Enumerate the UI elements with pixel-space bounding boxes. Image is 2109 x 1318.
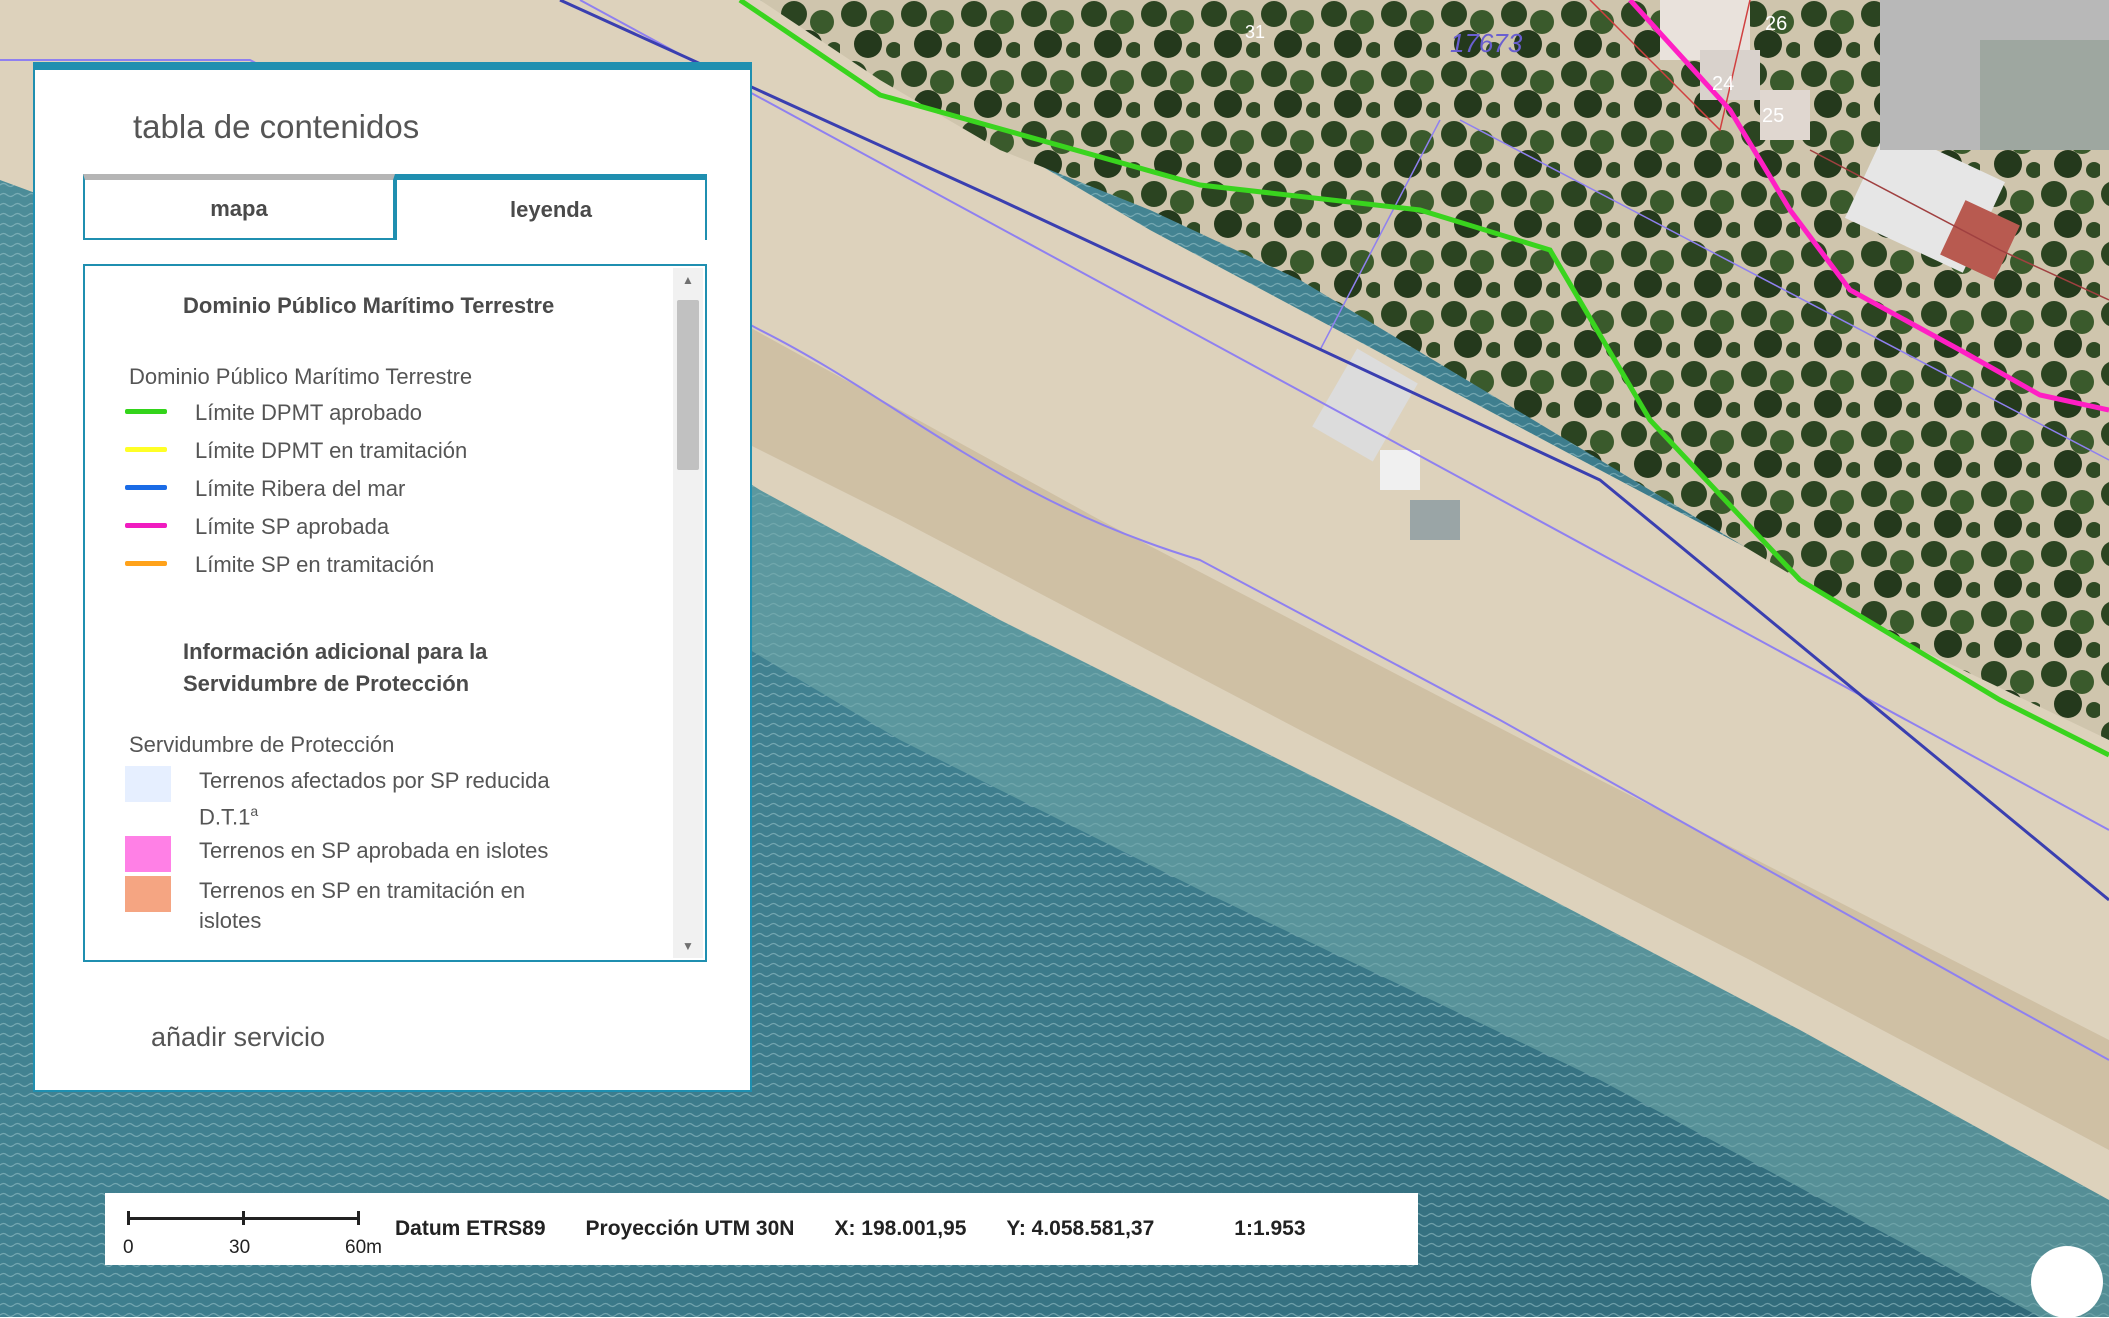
legend-item-sp-reducida: Terrenos afectados por SP reducida D.T.1… [125,766,550,832]
legend-heading-dpmt: Dominio Público Marítimo Terrestre [183,293,555,318]
light-blue-fill-swatch-icon [125,766,171,802]
legend-item-sp-aprobada: Límite SP aprobada [125,512,389,542]
svg-text:24: 24 [1712,73,1734,95]
datum-label: Datum ETRS89 [395,1217,546,1240]
scale-tick-30: 30 [229,1237,251,1258]
yellow-line-swatch-icon [125,447,167,452]
legend-scrollbar[interactable]: ▲ ▼ [673,268,703,958]
legend-group-sp: Servidumbre de Protección [129,732,395,757]
legend-item-dpmt-aprobado: Límite DPMT aprobado [125,398,422,428]
projection-label: Proyección UTM 30N [585,1217,795,1240]
scroll-up-arrow-icon[interactable]: ▲ [673,268,703,292]
legend-item-sp-tramitacion: Límite SP en tramitación [125,550,434,580]
svg-text:25: 25 [1762,105,1784,127]
x-coordinate: X: 198.001,95 [834,1217,967,1240]
orange-line-swatch-icon [125,561,167,566]
scroll-down-arrow-icon[interactable]: ▼ [673,934,703,958]
green-line-swatch-icon [125,409,167,414]
add-service-link[interactable]: añadir servicio [151,1022,325,1053]
map-info-bar: 0 30 60m Datum ETRS89 Proyección UTM 30N… [105,1193,1418,1265]
scale-tick-60: 60m [345,1237,382,1258]
svg-text:31: 31 [1245,22,1265,42]
tab-mapa[interactable]: mapa [83,174,395,240]
legend-scroll-area[interactable]: Dominio Público Marítimo Terrestre Domin… [83,264,707,962]
toc-title: tabla de contenidos [133,108,420,145]
blue-line-swatch-icon [125,485,167,490]
y-coordinate: Y: 4.058.581,37 [1006,1217,1155,1240]
magenta-line-swatch-icon [125,523,167,528]
svg-text:26: 26 [1765,13,1787,35]
legend-item-sp-aprobada-islotes: Terrenos en SP aprobada en islotes [125,836,548,872]
pink-fill-swatch-icon [125,836,171,872]
scale-tick-0: 0 [123,1237,134,1258]
table-of-contents-panel: tabla de contenidos mapa leyenda Dominio… [33,62,752,1092]
legend-group-dpmt: Dominio Público Marítimo Terrestre [129,364,473,389]
scale-bar: 0 30 60m [105,1193,395,1265]
legend-item-dpmt-tramitacion: Límite DPMT en tramitación [125,436,467,466]
scroll-thumb[interactable] [677,300,699,470]
legend-item-sp-tramitacion-islotes: Terrenos en SP en tramitación en islotes [125,876,539,936]
legend-item-ribera-mar: Límite Ribera del mar [125,474,405,504]
corner-circle-button[interactable] [2031,1246,2103,1318]
parcel-label: 17673 [1450,28,1523,58]
tab-leyenda[interactable]: leyenda [395,174,707,240]
salmon-fill-swatch-icon [125,876,171,912]
map-scale: 1:1.953 [1234,1217,1306,1240]
legend-heading-sp: Información adicional para la Servidumbr… [183,639,488,696]
